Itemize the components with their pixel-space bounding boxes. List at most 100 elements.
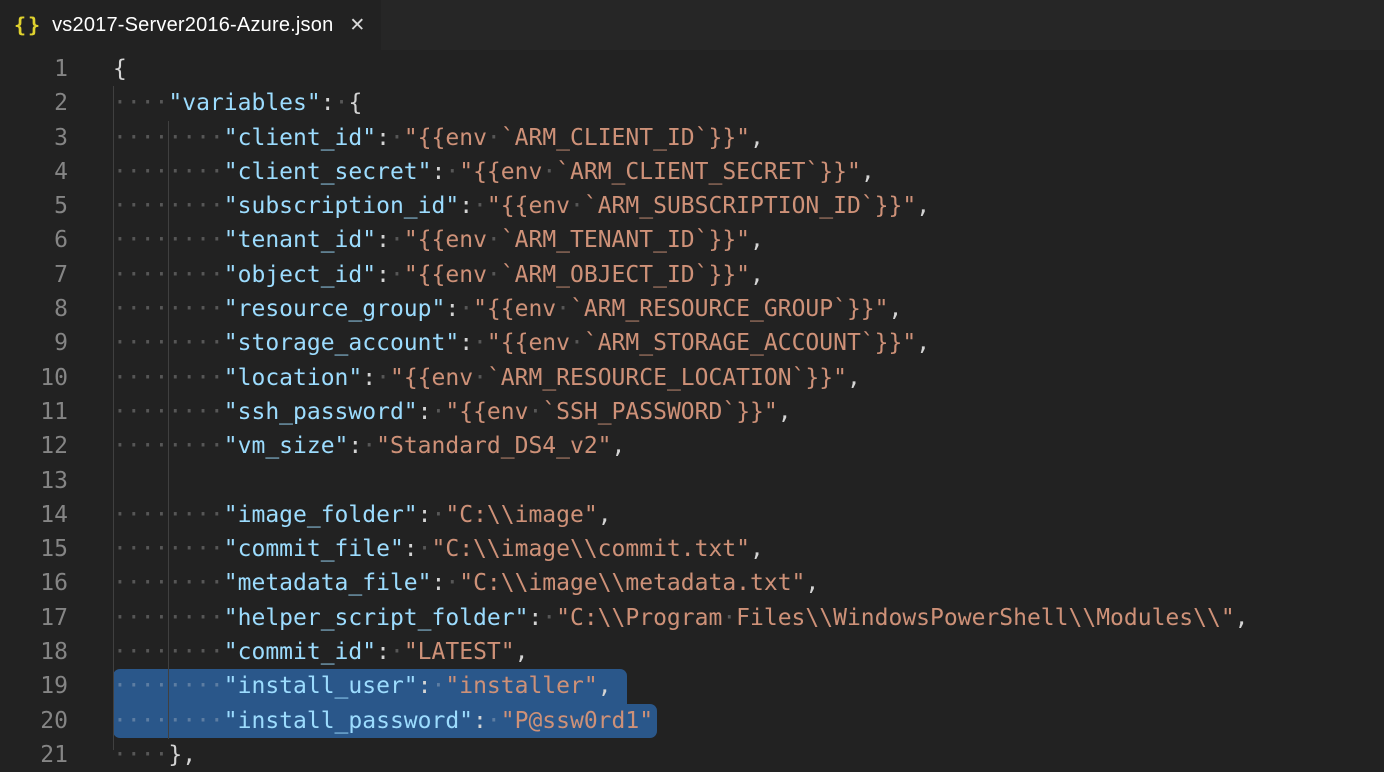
whitespace-dots: ·	[487, 227, 501, 253]
code-line[interactable]: 8········"resource_group":·"{{env·`ARM_R…	[0, 292, 1384, 326]
token-key: "helper_script_folder"	[224, 605, 529, 631]
line-number[interactable]: 20	[0, 704, 68, 738]
code-line[interactable]: 17········"helper_script_folder":·"C:\\P…	[0, 601, 1384, 635]
token-punct: ,	[598, 502, 612, 528]
token-punct: :	[404, 536, 418, 562]
line-number[interactable]: 11	[0, 395, 68, 429]
whitespace-dots: ········	[113, 433, 224, 459]
code-text: ········"object_id":·"{{env·`ARM_OBJECT_…	[113, 258, 764, 292]
whitespace-dots: ·	[362, 433, 376, 459]
code-line[interactable]: 12········"vm_size":·"Standard_DS4_v2",	[0, 429, 1384, 463]
token-punct: ,	[750, 536, 764, 562]
code-line[interactable]: 14········"image_folder":·"C:\\image",	[0, 498, 1384, 532]
line-number[interactable]: 15	[0, 532, 68, 566]
line-number[interactable]: 17	[0, 601, 68, 635]
code-line[interactable]: 3 ········"client_id":·"{{env·`ARM_CLIENT…	[0, 121, 1384, 155]
whitespace-dots: ·	[390, 639, 404, 665]
code-line[interactable]: 13	[0, 464, 1384, 498]
line-number[interactable]: 21	[0, 738, 68, 772]
whitespace-dots: ·	[542, 605, 556, 631]
token-str: "{{env	[459, 159, 542, 185]
code-line[interactable]: 9 ········"storage_account":·"{{env·`ARM_…	[0, 326, 1384, 360]
token-punct: :	[432, 570, 446, 596]
token-punct: :	[459, 330, 473, 356]
code-line[interactable]: 1{	[0, 52, 1384, 86]
line-number[interactable]: 6	[0, 223, 68, 257]
close-tab-icon[interactable]: ✕	[349, 16, 365, 35]
token-punct: :	[432, 159, 446, 185]
code-line[interactable]: 18········"commit_id":·"LATEST",	[0, 635, 1384, 669]
code-text: {	[113, 52, 127, 86]
code-line[interactable]: 19········"install_user":·"installer",	[0, 669, 1384, 703]
line-number[interactable]: 18	[0, 635, 68, 669]
token-punct: :	[459, 193, 473, 219]
token-str: "{{env	[404, 125, 487, 151]
whitespace-dots: ········	[113, 605, 224, 631]
code-text: ········"client_id":·"{{env·`ARM_CLIENT_…	[113, 121, 764, 155]
whitespace-dots: ·	[473, 365, 487, 391]
token-key: "install_user"	[224, 673, 418, 699]
token-punct: :	[348, 433, 362, 459]
token-str: "LATEST"	[404, 639, 515, 665]
code-editor[interactable]: 1{2····"variables":·{3········"client_id…	[0, 50, 1384, 772]
whitespace-dots: ····	[113, 742, 168, 768]
tab-vs2017-server2016-azure-json[interactable]: {} vs2017-Server2016-Azure.json ✕	[0, 0, 381, 50]
code-line[interactable]: 4········"client_secret":·"{{env·`ARM_CL…	[0, 155, 1384, 189]
token-punct: ,	[861, 159, 875, 185]
whitespace-dots: ········	[113, 570, 224, 596]
code-text: ········"install_user":·"installer",	[113, 669, 612, 703]
token-str: "{{env	[445, 399, 528, 425]
line-number[interactable]: 14	[0, 498, 68, 532]
line-number[interactable]: 10	[0, 361, 68, 395]
code-text: ········"helper_script_folder":·"C:\\Pro…	[113, 601, 1249, 635]
whitespace-dots: ········	[113, 330, 224, 356]
code-line[interactable]: 5········"subscription_id":·"{{env·`ARM_…	[0, 189, 1384, 223]
token-str: "P@ssw0rd1"	[501, 708, 653, 734]
code-text: ········"ssh_password":·"{{env·`SSH_PASS…	[113, 395, 792, 429]
code-line[interactable]: 2····"variables":·{	[0, 86, 1384, 120]
token-punct: ,	[889, 296, 903, 322]
code-text: ········"storage_account":·"{{env·`ARM_S…	[113, 326, 930, 360]
line-number[interactable]: 12	[0, 429, 68, 463]
token-str: "{{env	[487, 193, 570, 219]
line-number[interactable]: 9	[0, 326, 68, 360]
code-line[interactable]: 20 ········"install_password":·"P@ssw0rd1…	[0, 704, 1384, 738]
token-punct: ,	[515, 639, 529, 665]
line-number[interactable]: 4	[0, 155, 68, 189]
code-line[interactable]: 10········"location":·"{{env·`ARM_RESOUR…	[0, 361, 1384, 395]
whitespace-dots: ········	[113, 502, 224, 528]
whitespace-dots: ·	[432, 673, 446, 699]
whitespace-dots: ········	[113, 399, 224, 425]
whitespace-dots: ·	[722, 605, 736, 631]
line-number[interactable]: 16	[0, 566, 68, 600]
whitespace-dots: ·	[542, 159, 556, 185]
line-number[interactable]: 1	[0, 52, 68, 86]
whitespace-dots: ·	[487, 262, 501, 288]
code-line[interactable]: 7········"object_id":·"{{env·`ARM_OBJECT…	[0, 258, 1384, 292]
line-number[interactable]: 2	[0, 86, 68, 120]
token-punct: :	[376, 125, 390, 151]
line-number[interactable]: 19	[0, 669, 68, 703]
token-punct: :	[418, 399, 432, 425]
token-str: `ARM_CLIENT_SECRET`}}"	[556, 159, 861, 185]
line-number[interactable]: 3	[0, 121, 68, 155]
token-punct: :	[321, 90, 335, 116]
token-key: "vm_size"	[224, 433, 349, 459]
whitespace-dots: ·	[487, 708, 501, 734]
token-punct: :	[362, 365, 376, 391]
code-line[interactable]: 6········"tenant_id":·"{{env·`ARM_TENANT…	[0, 223, 1384, 257]
token-punct: ,	[750, 262, 764, 288]
code-line[interactable]: 11 ········"ssh_password":·"{{env·`SSH_PA…	[0, 395, 1384, 429]
line-number[interactable]: 5	[0, 189, 68, 223]
token-punct: {	[348, 90, 362, 116]
whitespace-dots: ·	[335, 90, 349, 116]
line-number[interactable]: 7	[0, 258, 68, 292]
code-text: ········"install_password":·"P@ssw0rd1"	[113, 704, 653, 738]
line-number[interactable]: 8	[0, 292, 68, 326]
code-line[interactable]: 21····},	[0, 738, 1384, 772]
code-line[interactable]: 16········"metadata_file":·"C:\\image\\m…	[0, 566, 1384, 600]
whitespace-dots: ····	[113, 90, 168, 116]
line-number[interactable]: 13	[0, 464, 68, 498]
code-line[interactable]: 15········"commit_file":·"C:\\image\\com…	[0, 532, 1384, 566]
token-punct: :	[376, 262, 390, 288]
